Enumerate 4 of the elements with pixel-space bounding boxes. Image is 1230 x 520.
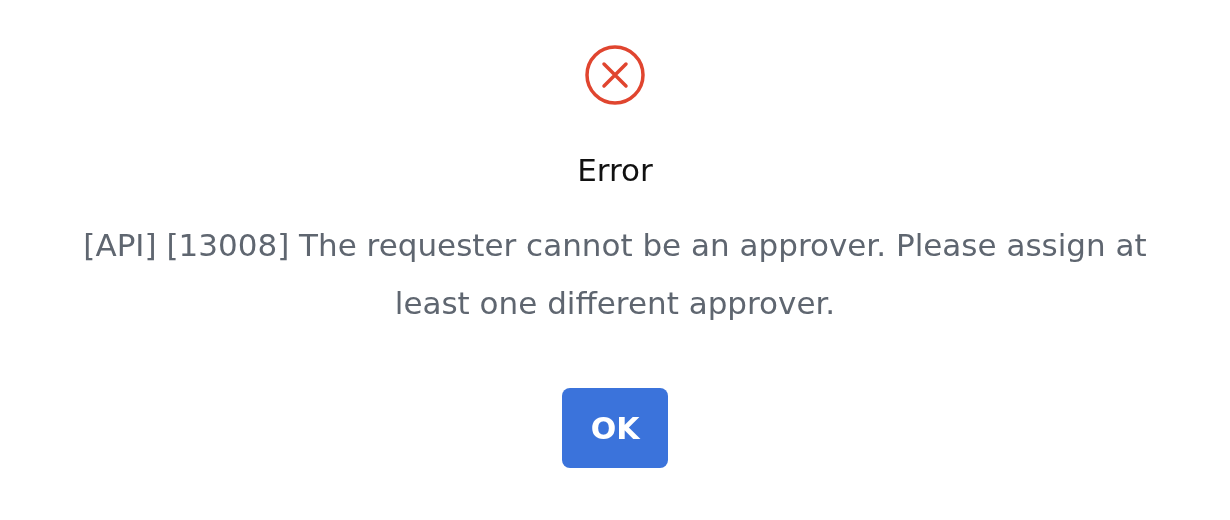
error-message: [API] [13008] The requester cannot be an approver. Please assign at least one different approver. [82, 226, 1148, 323]
dialog-title: Error [577, 151, 653, 190]
error-icon [584, 44, 646, 106]
ok-button[interactable]: OK [562, 388, 668, 468]
